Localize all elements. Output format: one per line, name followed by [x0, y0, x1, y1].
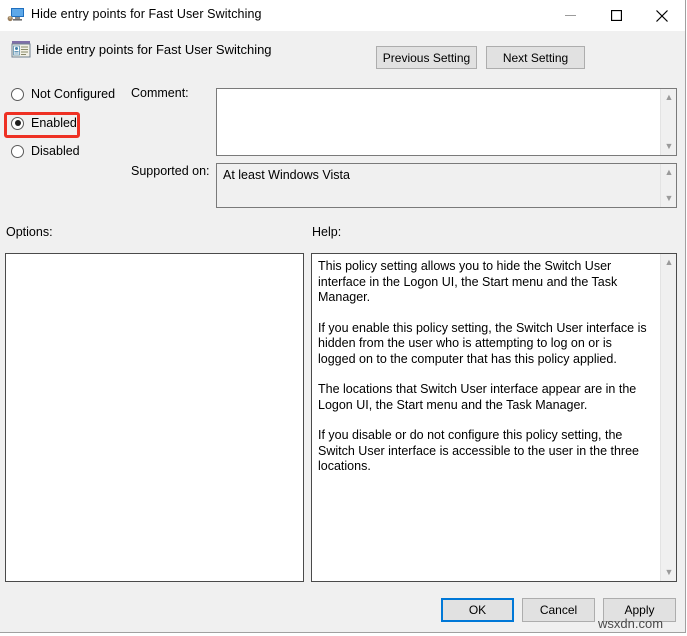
close-button[interactable]: [639, 0, 685, 31]
supported-on-field[interactable]: At least Windows Vista ▲ ▼: [216, 163, 677, 208]
policy-setting-title: Hide entry points for Fast User Switchin…: [36, 42, 272, 57]
scroll-up-icon[interactable]: ▲: [661, 90, 676, 105]
scroll-up-icon[interactable]: ▲: [661, 165, 676, 180]
help-paragraph: This policy setting allows you to hide t…: [318, 259, 618, 304]
radio-not-configured-label: Not Configured: [31, 87, 116, 101]
supported-on-scrollbar[interactable]: ▲ ▼: [660, 164, 676, 207]
window-title: Hide entry points for Fast User Switchin…: [31, 7, 262, 21]
help-paragraph: If you enable this policy setting, the S…: [318, 320, 647, 366]
comment-scrollbar[interactable]: ▲ ▼: [660, 89, 676, 155]
cancel-button[interactable]: Cancel: [522, 598, 595, 622]
help-panel: This policy setting allows you to hide t…: [311, 253, 677, 582]
next-setting-button[interactable]: Next Setting: [486, 46, 585, 69]
radio-not-configured[interactable]: Not Configured: [11, 84, 115, 104]
radio-disabled[interactable]: Disabled: [11, 141, 80, 161]
scroll-down-icon[interactable]: ▼: [661, 565, 677, 580]
radio-disabled-label: Disabled: [31, 144, 80, 158]
scroll-up-icon[interactable]: ▲: [661, 255, 677, 270]
title-bar: Hide entry points for Fast User Switchin…: [0, 0, 685, 31]
radio-not-configured-indicator: [11, 87, 24, 101]
minimize-icon: [564, 10, 576, 21]
options-panel[interactable]: [5, 253, 304, 582]
group-policy-setting-icon: [11, 40, 31, 59]
options-label: Options:: [6, 225, 53, 239]
help-paragraph: The locations that Switch User interface…: [318, 382, 637, 412]
scroll-down-icon[interactable]: ▼: [661, 191, 676, 206]
radio-enabled-indicator: [11, 116, 24, 130]
help-scrollbar[interactable]: ▲ ▼: [660, 254, 676, 581]
previous-setting-button[interactable]: Previous Setting: [376, 46, 477, 69]
comment-input[interactable]: ▲ ▼: [216, 88, 677, 156]
policy-setting-dialog: Hide entry points for Fast User Switchin…: [0, 0, 686, 633]
radio-enabled[interactable]: Enabled: [11, 113, 77, 133]
ok-button[interactable]: OK: [441, 598, 514, 622]
maximize-icon: [610, 10, 622, 21]
minimize-button[interactable]: [547, 0, 593, 31]
maximize-button[interactable]: [593, 0, 639, 31]
supported-on-label: Supported on:: [131, 164, 210, 178]
help-label: Help:: [312, 225, 342, 239]
computer-monitor-icon: [7, 7, 25, 24]
supported-on-value: At least Windows Vista: [223, 168, 350, 182]
help-text: This policy setting allows you to hide t…: [318, 259, 648, 475]
radio-disabled-indicator: [11, 144, 24, 158]
radio-enabled-label: Enabled: [31, 116, 77, 130]
help-paragraph: If you disable or do not configure this …: [318, 428, 639, 473]
comment-label: Comment:: [131, 86, 189, 100]
close-icon: [656, 9, 668, 22]
watermark: wsxdn.com: [598, 616, 664, 631]
scroll-down-icon[interactable]: ▼: [661, 139, 676, 154]
